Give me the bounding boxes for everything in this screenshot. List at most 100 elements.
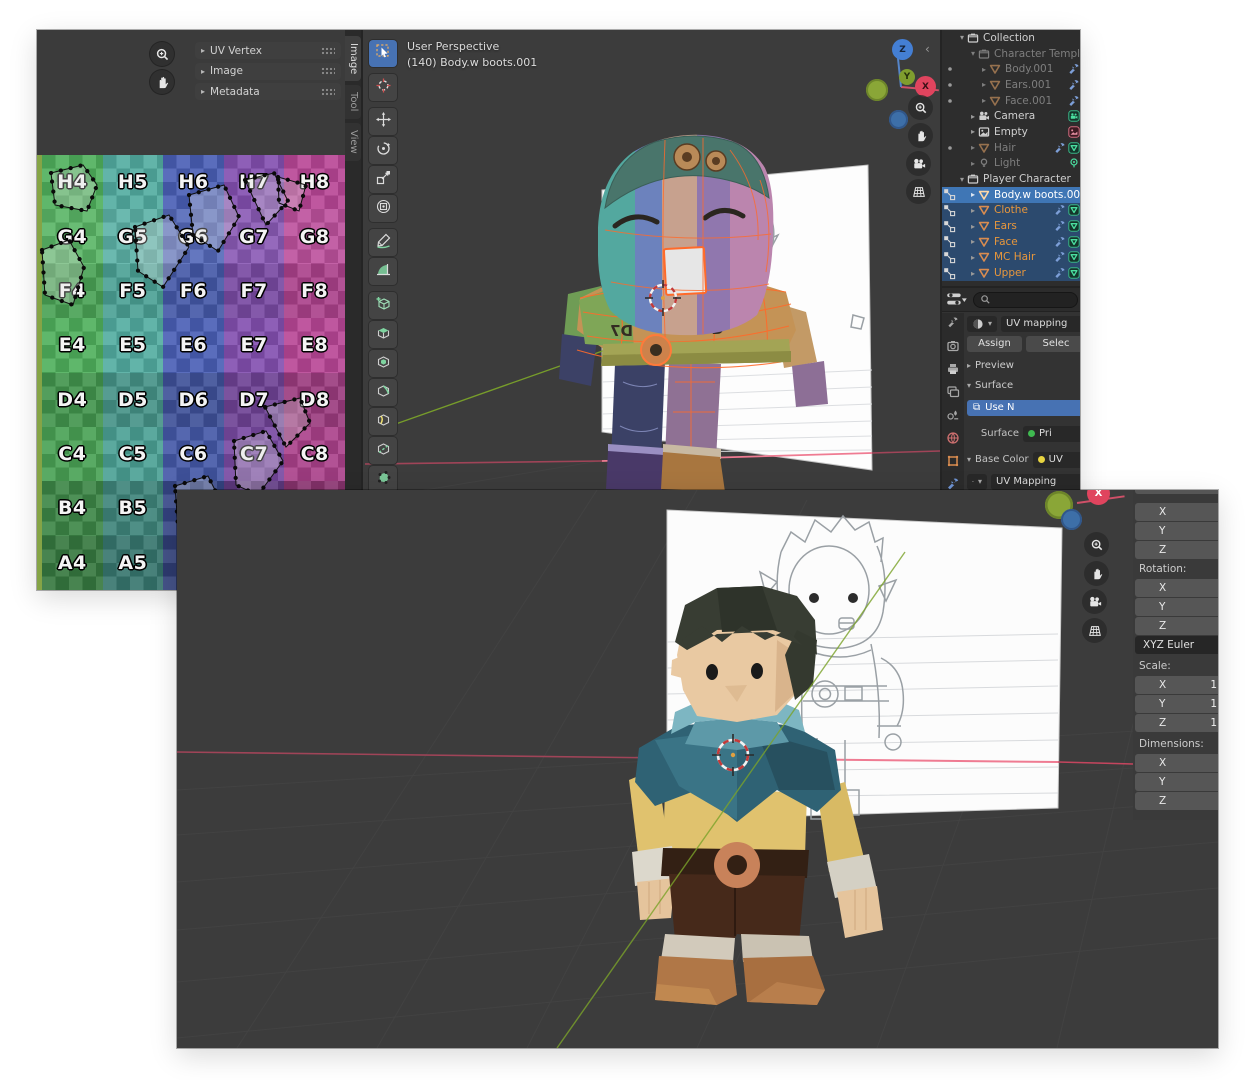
wrench-icon[interactable] <box>1054 236 1066 248</box>
transform-field-y[interactable]: Y1 <box>1135 695 1218 713</box>
tool-tweak-select-button[interactable] <box>369 40 397 67</box>
axis-field[interactable]: Z <box>1135 792 1218 810</box>
viewport-camera-button-top[interactable] <box>906 151 931 176</box>
properties-tab-tool[interactable] <box>945 317 961 332</box>
mesh-data-icon[interactable] <box>1068 251 1080 263</box>
uv-mapping-field[interactable]: UV Mapping <box>991 474 1080 490</box>
gizmo-z-ball[interactable]: Z <box>892 39 913 60</box>
editor-type-icon[interactable] <box>946 292 968 308</box>
properties-tab-view-layer[interactable] <box>945 386 961 401</box>
properties-tab-scene[interactable] <box>945 409 961 424</box>
outliner-row-upper[interactable]: ▸Upper <box>942 265 1080 281</box>
expander-arrow-icon[interactable]: ▸ <box>979 96 989 105</box>
axis-field[interactable]: Z <box>1135 541 1218 559</box>
camera-data-icon[interactable] <box>1068 110 1080 122</box>
uv-panel-metadata[interactable]: ▸Metadata <box>195 83 341 100</box>
outliner-row-hair[interactable]: ▸Hair <box>942 140 1080 156</box>
transform-field-z[interactable]: Z1 <box>1135 714 1218 732</box>
preview-section-header[interactable]: ▸Preview <box>967 357 1080 374</box>
tool-annotate-button[interactable] <box>369 229 397 256</box>
outliner-row-empty[interactable]: ▸Empty <box>942 124 1080 140</box>
transform-field-x[interactable]: X <box>1135 754 1218 772</box>
assign-button[interactable]: Assign <box>967 336 1022 352</box>
image-data-icon[interactable] <box>1068 126 1080 138</box>
transform-field-x[interactable]: X <box>1135 503 1218 521</box>
transform-field-y[interactable]: Y <box>1135 598 1218 616</box>
tool-knife-button[interactable] <box>369 437 397 464</box>
transform-field-y[interactable]: Y <box>1135 522 1218 540</box>
properties-tab-output[interactable] <box>945 363 961 378</box>
mesh-data-icon[interactable] <box>1068 236 1080 248</box>
properties-search-input[interactable] <box>973 292 1078 308</box>
expander-arrow-icon[interactable]: ▸ <box>968 222 978 231</box>
wrench-icon[interactable] <box>1054 267 1066 279</box>
gizmo-minus-z-ball[interactable] <box>889 110 908 129</box>
tab-image[interactable]: Image <box>345 36 361 81</box>
surface-shader-field[interactable]: Pri <box>1023 426 1080 442</box>
axis-field[interactable]: X1 <box>1135 676 1218 694</box>
wrench-icon[interactable] <box>1068 79 1080 91</box>
tool-add-cube-button[interactable] <box>369 292 397 319</box>
viewport-camera-button-bottom[interactable] <box>1082 589 1107 614</box>
axis-field[interactable]: Z <box>1135 617 1218 635</box>
axis-field[interactable]: X <box>1135 754 1218 772</box>
uv-pan-button[interactable] <box>150 70 174 94</box>
viewport-pan-button-bottom[interactable] <box>1084 561 1109 586</box>
expander-arrow-icon[interactable]: ▾ <box>957 175 967 184</box>
outliner-row-body-w-boots-001[interactable]: ▸Body.w boots.001 <box>942 187 1080 203</box>
axis-field[interactable]: Y <box>1135 773 1218 791</box>
expander-arrow-icon[interactable]: ▸ <box>968 112 978 121</box>
tool-measure-button[interactable] <box>369 258 397 285</box>
tool-move-button[interactable] <box>369 108 397 135</box>
expander-arrow-icon[interactable]: ▸ <box>979 65 989 74</box>
transform-field-z[interactable]: Z <box>1135 792 1218 810</box>
mesh-data-icon[interactable] <box>1068 220 1080 232</box>
axis-field[interactable]: Y <box>1135 522 1218 540</box>
viewport-zoom-button-top[interactable] <box>908 95 933 120</box>
axis-field[interactable]: X <box>1135 579 1218 597</box>
tool-inset-faces-button[interactable] <box>369 350 397 377</box>
viewport-pan-button-top[interactable] <box>908 123 933 148</box>
tool-extrude-region-button[interactable] <box>369 321 397 348</box>
material-name-field[interactable]: UV mapping <box>1001 316 1080 332</box>
use-nodes-button[interactable]: ⧉ Use N <box>967 400 1080 416</box>
transform-field-z[interactable]: Z <box>1135 617 1218 635</box>
axis-field[interactable]: Y <box>1135 598 1218 616</box>
navigation-gizmo-bottom[interactable]: X <box>1017 490 1137 536</box>
transform-field-z[interactable]: Z <box>1135 541 1218 559</box>
scene-canvas-bottom[interactable] <box>177 490 1218 1048</box>
tool-bevel-button[interactable] <box>369 379 397 406</box>
wrench-icon[interactable] <box>1068 95 1080 107</box>
transform-field-y[interactable]: Y <box>1135 773 1218 791</box>
expander-arrow-icon[interactable]: ▸ <box>968 237 978 246</box>
transform-field-x[interactable]: X <box>1135 579 1218 597</box>
viewport-zoom-button-bottom[interactable] <box>1084 532 1109 557</box>
mesh-data-icon[interactable] <box>1068 204 1080 216</box>
axis-field[interactable]: Y1 <box>1135 695 1218 713</box>
outliner-row-mc-hair[interactable]: ▸MC Hair <box>942 250 1080 266</box>
drag-grip-icon[interactable] <box>321 88 335 96</box>
expander-arrow-icon[interactable]: ▸ <box>968 190 978 199</box>
axis-field[interactable]: X <box>1135 503 1218 521</box>
gizmo-minus-x-ball[interactable] <box>866 79 888 101</box>
expander-arrow-icon[interactable]: ▸ <box>968 127 978 136</box>
wrench-icon[interactable] <box>1054 220 1066 232</box>
gizmo-minus-z-ball-bottom[interactable] <box>1061 509 1082 530</box>
outliner-row-ears[interactable]: ▸Ears <box>942 218 1080 234</box>
drag-grip-icon[interactable] <box>321 47 335 55</box>
wrench-icon[interactable] <box>1054 204 1066 216</box>
gizmo-x-ball-bottom[interactable]: X <box>1087 490 1110 505</box>
expander-arrow-icon[interactable]: ▸ <box>968 143 978 152</box>
expander-arrow-icon[interactable]: ▸ <box>979 80 989 89</box>
expander-arrow-icon[interactable]: ▸ <box>968 253 978 262</box>
expander-arrow-icon[interactable]: ▸ <box>968 159 978 168</box>
uv-zoom-button[interactable] <box>150 42 174 66</box>
outliner-row-face-001[interactable]: ▸Face.001 <box>942 93 1080 109</box>
outliner-row-face[interactable]: ▸Face <box>942 234 1080 250</box>
outliner-row-camera[interactable]: ▸Camera <box>942 108 1080 124</box>
outliner-row-character-templat[interactable]: ▾Character Templat <box>942 46 1080 62</box>
mesh-data-icon[interactable] <box>1068 267 1080 279</box>
outliner-row-clothe[interactable]: ▸Clothe <box>942 203 1080 219</box>
tool-poly-build-button[interactable] <box>369 466 397 493</box>
outliner-row-body-001[interactable]: ▸Body.001 <box>942 61 1080 77</box>
